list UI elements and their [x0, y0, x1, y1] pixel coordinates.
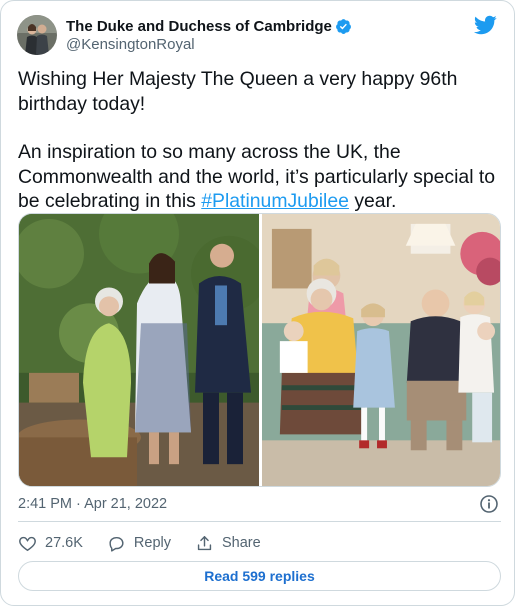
- author-handle[interactable]: @KensingtonRoyal: [66, 36, 352, 53]
- tweet-header: The Duke and Duchess of Cambridge @Kensi…: [17, 11, 352, 59]
- meta-divider: [18, 521, 501, 522]
- tweet-meta: 2:41 PM · Apr 21, 2022: [18, 494, 501, 514]
- twitter-bird-icon[interactable]: [473, 13, 497, 37]
- tweet-text-line2: An inspiration to so many across the UK,…: [18, 140, 498, 214]
- heart-icon: [19, 536, 36, 551]
- tweet-card: The Duke and Duchess of Cambridge @Kensi…: [0, 0, 515, 606]
- tweet-text-line1: Wishing Her Majesty The Queen a very hap…: [18, 68, 458, 115]
- share-label: Share: [221, 535, 261, 551]
- tweet-timestamp[interactable]: 2:41 PM · Apr 21, 2022: [18, 496, 167, 512]
- tweet-actions: 27.6K Reply Share: [18, 532, 285, 554]
- hashtag-link[interactable]: #PlatinumJubilee: [201, 190, 349, 212]
- tweet-media: [18, 213, 501, 487]
- like-button[interactable]: 27.6K: [18, 534, 83, 553]
- media-photo-family[interactable]: [262, 214, 500, 486]
- author-name-row: The Duke and Duchess of Cambridge: [66, 18, 352, 35]
- share-button[interactable]: Share: [195, 534, 261, 553]
- author-identity: The Duke and Duchess of Cambridge @Kensi…: [66, 18, 352, 53]
- reply-bubble-icon: [109, 536, 124, 552]
- info-icon[interactable]: [479, 494, 499, 514]
- reply-label: Reply: [133, 535, 171, 551]
- tweet-text: Wishing Her Majesty The Queen a very hap…: [18, 67, 498, 214]
- avatar[interactable]: [17, 15, 57, 55]
- author-name[interactable]: The Duke and Duchess of Cambridge: [66, 18, 332, 35]
- tweet-text-line2-after: year.: [348, 190, 397, 212]
- reply-button[interactable]: Reply: [107, 534, 171, 553]
- like-count: 27.6K: [45, 535, 83, 551]
- share-icon: [197, 535, 212, 550]
- media-photo-garden[interactable]: [19, 214, 259, 486]
- verified-badge-icon: [335, 18, 352, 35]
- read-replies-button[interactable]: Read 599 replies: [18, 561, 501, 591]
